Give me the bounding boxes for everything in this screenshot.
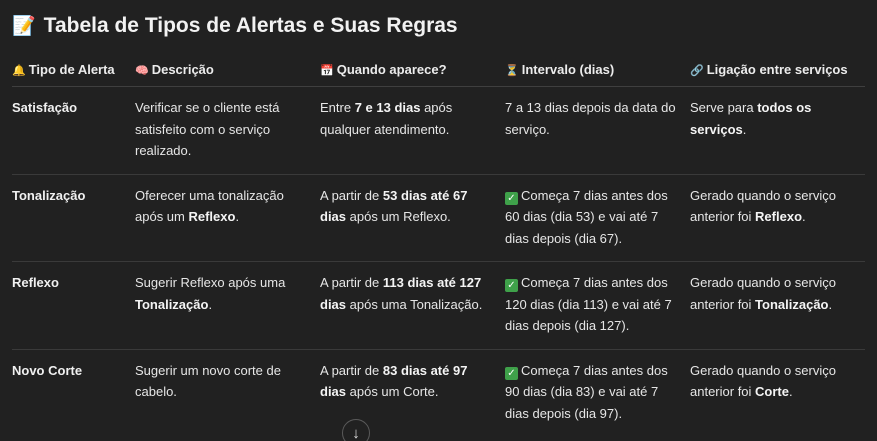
- link-icon: 🔗: [690, 65, 704, 77]
- alert-type-cell: Novo Corte: [12, 362, 83, 378]
- when-cell: A partir de 53 dias até 67 dias após um …: [320, 174, 505, 262]
- link-cell: Gerado quando o serviço anterior foi Cor…: [690, 362, 836, 400]
- check-mark-icon: ✓: [505, 279, 518, 292]
- description-cell: Verificar se o cliente está satisfeito c…: [135, 86, 320, 175]
- check-mark-icon: ✓: [505, 366, 518, 380]
- page-title: 📝 Tabela de Tipos de Alertas e Suas Regr…: [12, 14, 458, 38]
- interval-cell: ✓ Começa 7 dias antes dos 90 dias (dia 83…: [505, 362, 668, 421]
- table-row: Tonalização Oferecer uma tonalização apó…: [12, 174, 865, 262]
- memo-icon: 📝: [12, 16, 36, 37]
- title-text: Tabela de Tipos de Alertas e Suas Regras: [43, 14, 458, 37]
- table-row: Reflexo Sugerir Reflexo após uma Tonaliz…: [12, 261, 865, 350]
- header-ligacao: 🔗 Ligação entre serviços: [690, 58, 865, 87]
- header-quando: 📅 Quando aparece?: [320, 58, 505, 87]
- table-header-row: 🔔 Tipo de Alerta 🧠 Descrição 📅 Quando apare…: [12, 58, 865, 87]
- when-cell: Entre 7 e 13 dias após qualquer atendime…: [320, 86, 505, 175]
- header-label: Descrição: [151, 62, 214, 77]
- interval-cell: 7 a 13 dias depois da data do serviço.: [505, 86, 690, 175]
- alert-type-cell: Tonalização: [12, 174, 135, 262]
- alert-type-cell: Reflexo: [12, 261, 135, 350]
- alerts-table: 🔔 Tipo de Alerta 🧠 Descrição 📅 Quando apare…: [12, 58, 865, 436]
- chat-response-page: 📝 Tabela de Tipos de Alertas e Suas Regr…: [0, 0, 877, 441]
- scroll-down-button[interactable]: ↓: [342, 419, 370, 441]
- header-label: Quando aparece?: [336, 62, 447, 77]
- interval-cell: ✓ Começa 7 dias antes dos 60 dias (dia 53…: [505, 174, 690, 262]
- description-cell: Oferecer uma tonalização após um Reflexo…: [135, 174, 320, 262]
- link-cell: Gerado quando o serviço anterior foi Ref…: [690, 174, 865, 262]
- interval-cell: ✓ Começa 7 dias antes dos 120 dias (dia 1…: [505, 261, 690, 350]
- header-descricao: 🧠 Descrição: [135, 58, 320, 87]
- header-label: Ligação entre serviços: [706, 62, 848, 77]
- when-cell: A partir de 113 dias até 127 dias após u…: [320, 261, 505, 350]
- arrow-down-icon: ↓: [352, 425, 360, 441]
- alert-type-cell: Satisfação: [12, 86, 135, 175]
- link-cell: Serve para todos os serviços.: [690, 86, 865, 175]
- calendar-icon: 📅: [320, 65, 334, 77]
- check-mark-icon: ✓: [505, 191, 518, 205]
- header-label: Intervalo (dias): [521, 62, 615, 77]
- link-cell: Gerado quando o serviço anterior foi Ton…: [690, 261, 865, 350]
- header-intervalo: ⏳ Intervalo (dias): [505, 58, 690, 87]
- description-cell: Sugerir um novo corte de cabelo.: [135, 362, 281, 400]
- bell-icon: 🔔: [12, 65, 26, 77]
- description-cell: Sugerir Reflexo após uma Tonalização.: [135, 261, 320, 350]
- header-tipo: 🔔 Tipo de Alerta: [12, 58, 135, 87]
- header-label: Tipo de Alerta: [28, 62, 115, 77]
- brain-icon: 🧠: [135, 65, 149, 77]
- table-row: Novo Corte Sugerir um novo corte de cabe…: [12, 349, 865, 436]
- table-row: Satisfação Verificar se o cliente está s…: [12, 86, 865, 175]
- hourglass-icon: ⏳: [505, 65, 519, 77]
